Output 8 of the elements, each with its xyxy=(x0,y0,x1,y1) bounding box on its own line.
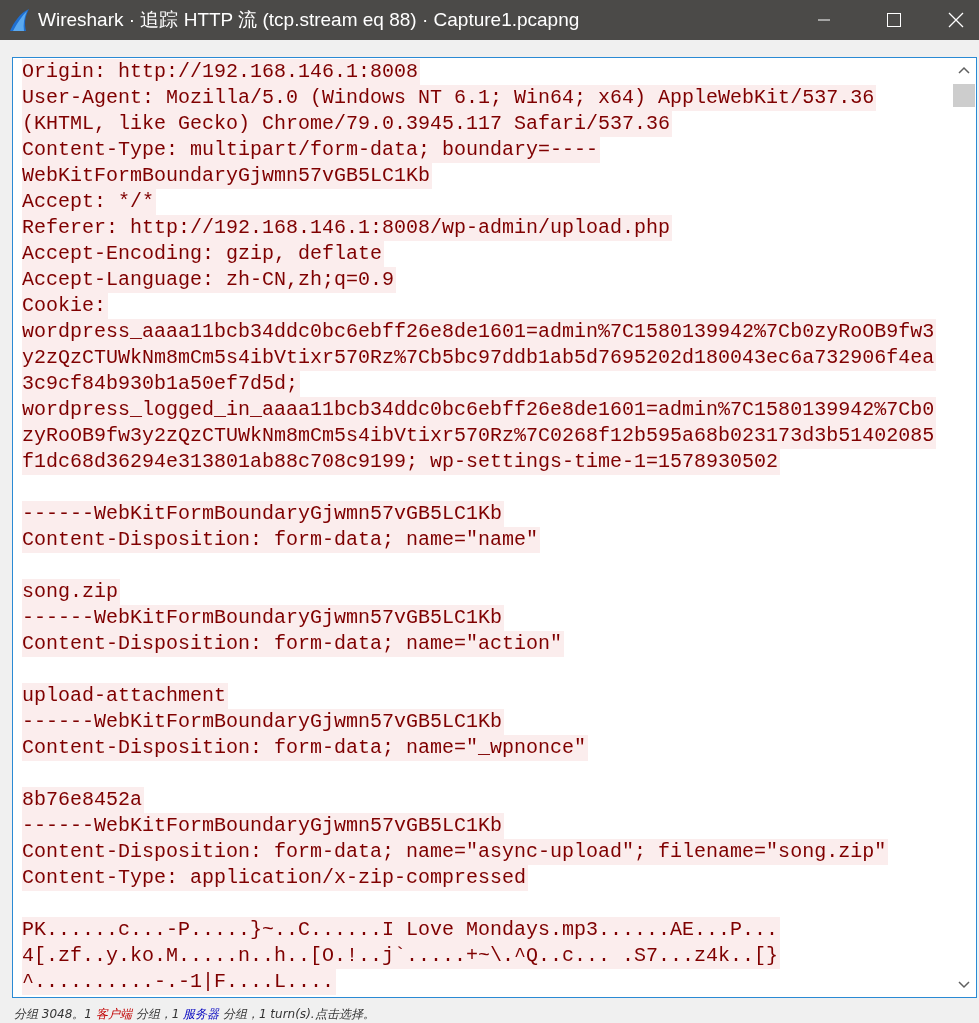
scroll-thumb[interactable] xyxy=(953,84,975,107)
scroll-up-icon[interactable] xyxy=(958,66,970,74)
shark-fin-icon xyxy=(8,8,30,32)
maximize-icon xyxy=(886,12,902,28)
close-icon xyxy=(948,12,964,28)
window-title: Wireshark · 追踪 HTTP 流 (tcp.stream eq 88) · Capture1.pcapng xyxy=(38,7,581,32)
scroll-down-icon[interactable] xyxy=(958,981,970,989)
status-text: 分组 3048。1 客户端 分组，1 服务器 分组，1 turn(s).点击选择。 xyxy=(14,1007,375,1021)
